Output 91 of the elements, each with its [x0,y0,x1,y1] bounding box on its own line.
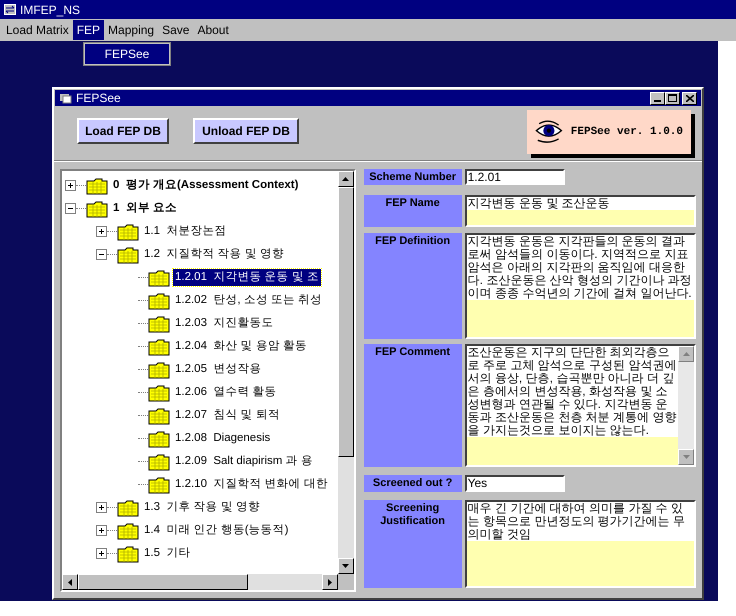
field-label: FEP Comment [364,344,462,467]
menu-item[interactable]: About [193,20,233,40]
tree-item[interactable]: 1.2.08 Diagenesis [173,430,272,448]
menu-item[interactable]: FEP [72,20,104,40]
down-arrow-icon [342,564,350,568]
up-arrow-icon [682,352,690,356]
scroll-down-button[interactable] [338,558,354,574]
menu-item[interactable]: Mapping [104,20,158,40]
field-text: 조산운동은 지구의 단단한 최외각층으로 주로 고체 암석으로 구성된 암석권에서의 융상, 단층, 습곡뿐만 아니라 더 깊은 층에서의 변성작용, 화성작용 및 소성변형과 연관될 수 있다. 지각변동 운동과 조산운동은 천층 처분 계통에 영향을 가지는것으로 보이지는 않는다. [466,346,678,437]
minimize-icon [654,100,661,102]
field-label: Screened out ? [364,475,462,492]
field-text: 매우 긴 기간에 대하여 의미를 가질 수 있는 항목으로 만년정도의 평가기간에는 무의미할 것임 [466,502,694,541]
maximize-icon [668,94,677,102]
field-text: 지각변동 운동 및 조산운동 [466,197,694,210]
horizontal-scrollbar[interactable] [62,574,354,590]
folder-icon [148,314,170,332]
input-field[interactable]: Yes [464,475,565,492]
minimize-button[interactable] [650,92,665,104]
window-title: IMFEP_NS [20,2,80,18]
folder-icon [148,268,170,286]
expand-icon[interactable] [65,180,76,191]
toolbar-button[interactable]: Unload FEP DB [193,118,299,144]
scroll-left-button[interactable] [62,574,78,590]
down-arrow-icon [682,455,690,459]
tree-item[interactable]: 1.2.09 Salt diapirism 과 용 [173,452,315,470]
scroll-thumb[interactable] [338,187,354,457]
expand-icon[interactable] [96,502,107,513]
collapse-icon[interactable] [65,203,76,214]
tree-item[interactable]: 1.5 기타 [142,544,192,562]
tree-item[interactable]: 1.2.10 지질학적 변화에 대한 [173,476,330,494]
folder-icon [117,544,139,562]
folder-icon [148,292,170,310]
expand-icon[interactable] [96,548,107,559]
folder-icon [148,452,170,470]
scrollbar-corner [338,574,354,590]
app-icon [4,4,16,15]
input-field[interactable]: 1.2.01 [464,169,565,185]
folder-icon [148,338,170,356]
tree-item[interactable]: 1 외부 요소 [111,200,179,218]
folder-icon [148,430,170,448]
text-area[interactable]: 조산운동은 지구의 단단한 최외각층으로 주로 고체 암석으로 구성된 암석권에서의 융상, 단층, 습곡뿐만 아니라 더 깊은 층에서의 변성작용, 화성작용 및 소성변형과 연관될 수 있다. 지각변동 운동과 조산운동은 천층 처분 계통에 영향을 가지는것으로 보이지는 않는다. [464,344,696,467]
folder-icon [117,522,139,540]
expand-icon[interactable] [96,226,107,237]
close-icon [686,94,694,102]
tree-item[interactable]: 1.2 지질학적 작용 및 영향 [142,246,286,264]
window-title: FEPSee [76,90,122,107]
tree-item[interactable]: 1.2.07 침식 및 퇴적 [173,406,282,424]
maximize-button[interactable] [665,92,680,104]
folder-icon [148,384,170,402]
tree-item[interactable]: 1.3 기후 작용 및 영향 [142,498,262,516]
folder-icon [117,246,139,264]
toolbar-button[interactable]: Load FEP DB [77,118,169,144]
field-label: Scheme Number [364,169,462,185]
folder-icon [86,176,108,194]
text-area[interactable]: 지각변동 운동 및 조산운동 [464,195,696,227]
scroll-up-button[interactable] [338,171,354,187]
tree-item[interactable]: 1.2.04 화산 및 용암 활동 [173,338,309,356]
app-icon [59,92,72,104]
up-arrow-icon [342,177,350,181]
left-arrow-icon [68,578,72,586]
close-button[interactable] [682,92,697,104]
tree-item[interactable]: 1.2.01 지각변동 운동 및 조 [173,268,321,286]
field-label: Screening Justification [364,500,462,588]
folder-icon [117,222,139,240]
vertical-scrollbar[interactable] [338,171,354,574]
logo-text: FEPSee ver. 1.0.0 [570,124,683,140]
field-text: 지각변동 운동은 지각판들의 운동의 결과로써 암석들의 이동이다. 지역적으로 지표 암석은 아래의 지각판의 움직임에 대응한다. 조산운동은 산악 형성의 기간이나 과정이며 종종 수억년의 기간에 걸쳐 일어난다. [466,235,694,300]
field-label: FEP Name [364,195,462,227]
tree-item[interactable]: 1.2.05 변성작용 [173,360,264,378]
tree-item[interactable]: 1.4 미래 인간 행동(능동적) [142,522,290,540]
folder-icon [117,498,139,516]
tree-item[interactable]: 1.2.06 열수력 활동 [173,384,279,402]
folder-icon [86,200,108,218]
tree-item[interactable]: 1.2.02 탄성, 소성 또는 취성 [173,292,324,310]
tree-item[interactable]: 1.1 처분장논점 [142,222,228,240]
collapse-icon[interactable] [96,249,107,260]
menu-item[interactable]: Load Matrix [2,20,73,40]
folder-icon [148,476,170,494]
scroll-thumb[interactable] [78,574,248,590]
menu-item[interactable]: Save [158,20,194,40]
tree-item[interactable]: 1.2.03 지진활동도 [173,314,276,332]
scroll-right-button[interactable] [322,574,338,590]
text-area[interactable]: 매우 긴 기간에 대하여 의미를 가질 수 있는 항목으로 만년정도의 평가기간에는 무의미할 것임 [464,500,696,588]
field-label: FEP Definition [364,233,462,339]
folder-icon [148,360,170,378]
text-area[interactable]: 지각변동 운동은 지각판들의 운동의 결과로써 암석들의 이동이다. 지역적으로 지표 암석은 아래의 지각판의 움직임에 대응한다. 조산운동은 산악 형성의 기간이나 과정이며 종종 수억년의 기간에 걸쳐 일어난다. [464,233,696,339]
expand-icon[interactable] [96,525,107,536]
tree-item[interactable]: 0 평가 개요(Assessment Context) [111,176,300,194]
menu-item[interactable]: FEPSee [85,44,169,64]
right-arrow-icon [328,578,332,586]
folder-icon [148,406,170,424]
